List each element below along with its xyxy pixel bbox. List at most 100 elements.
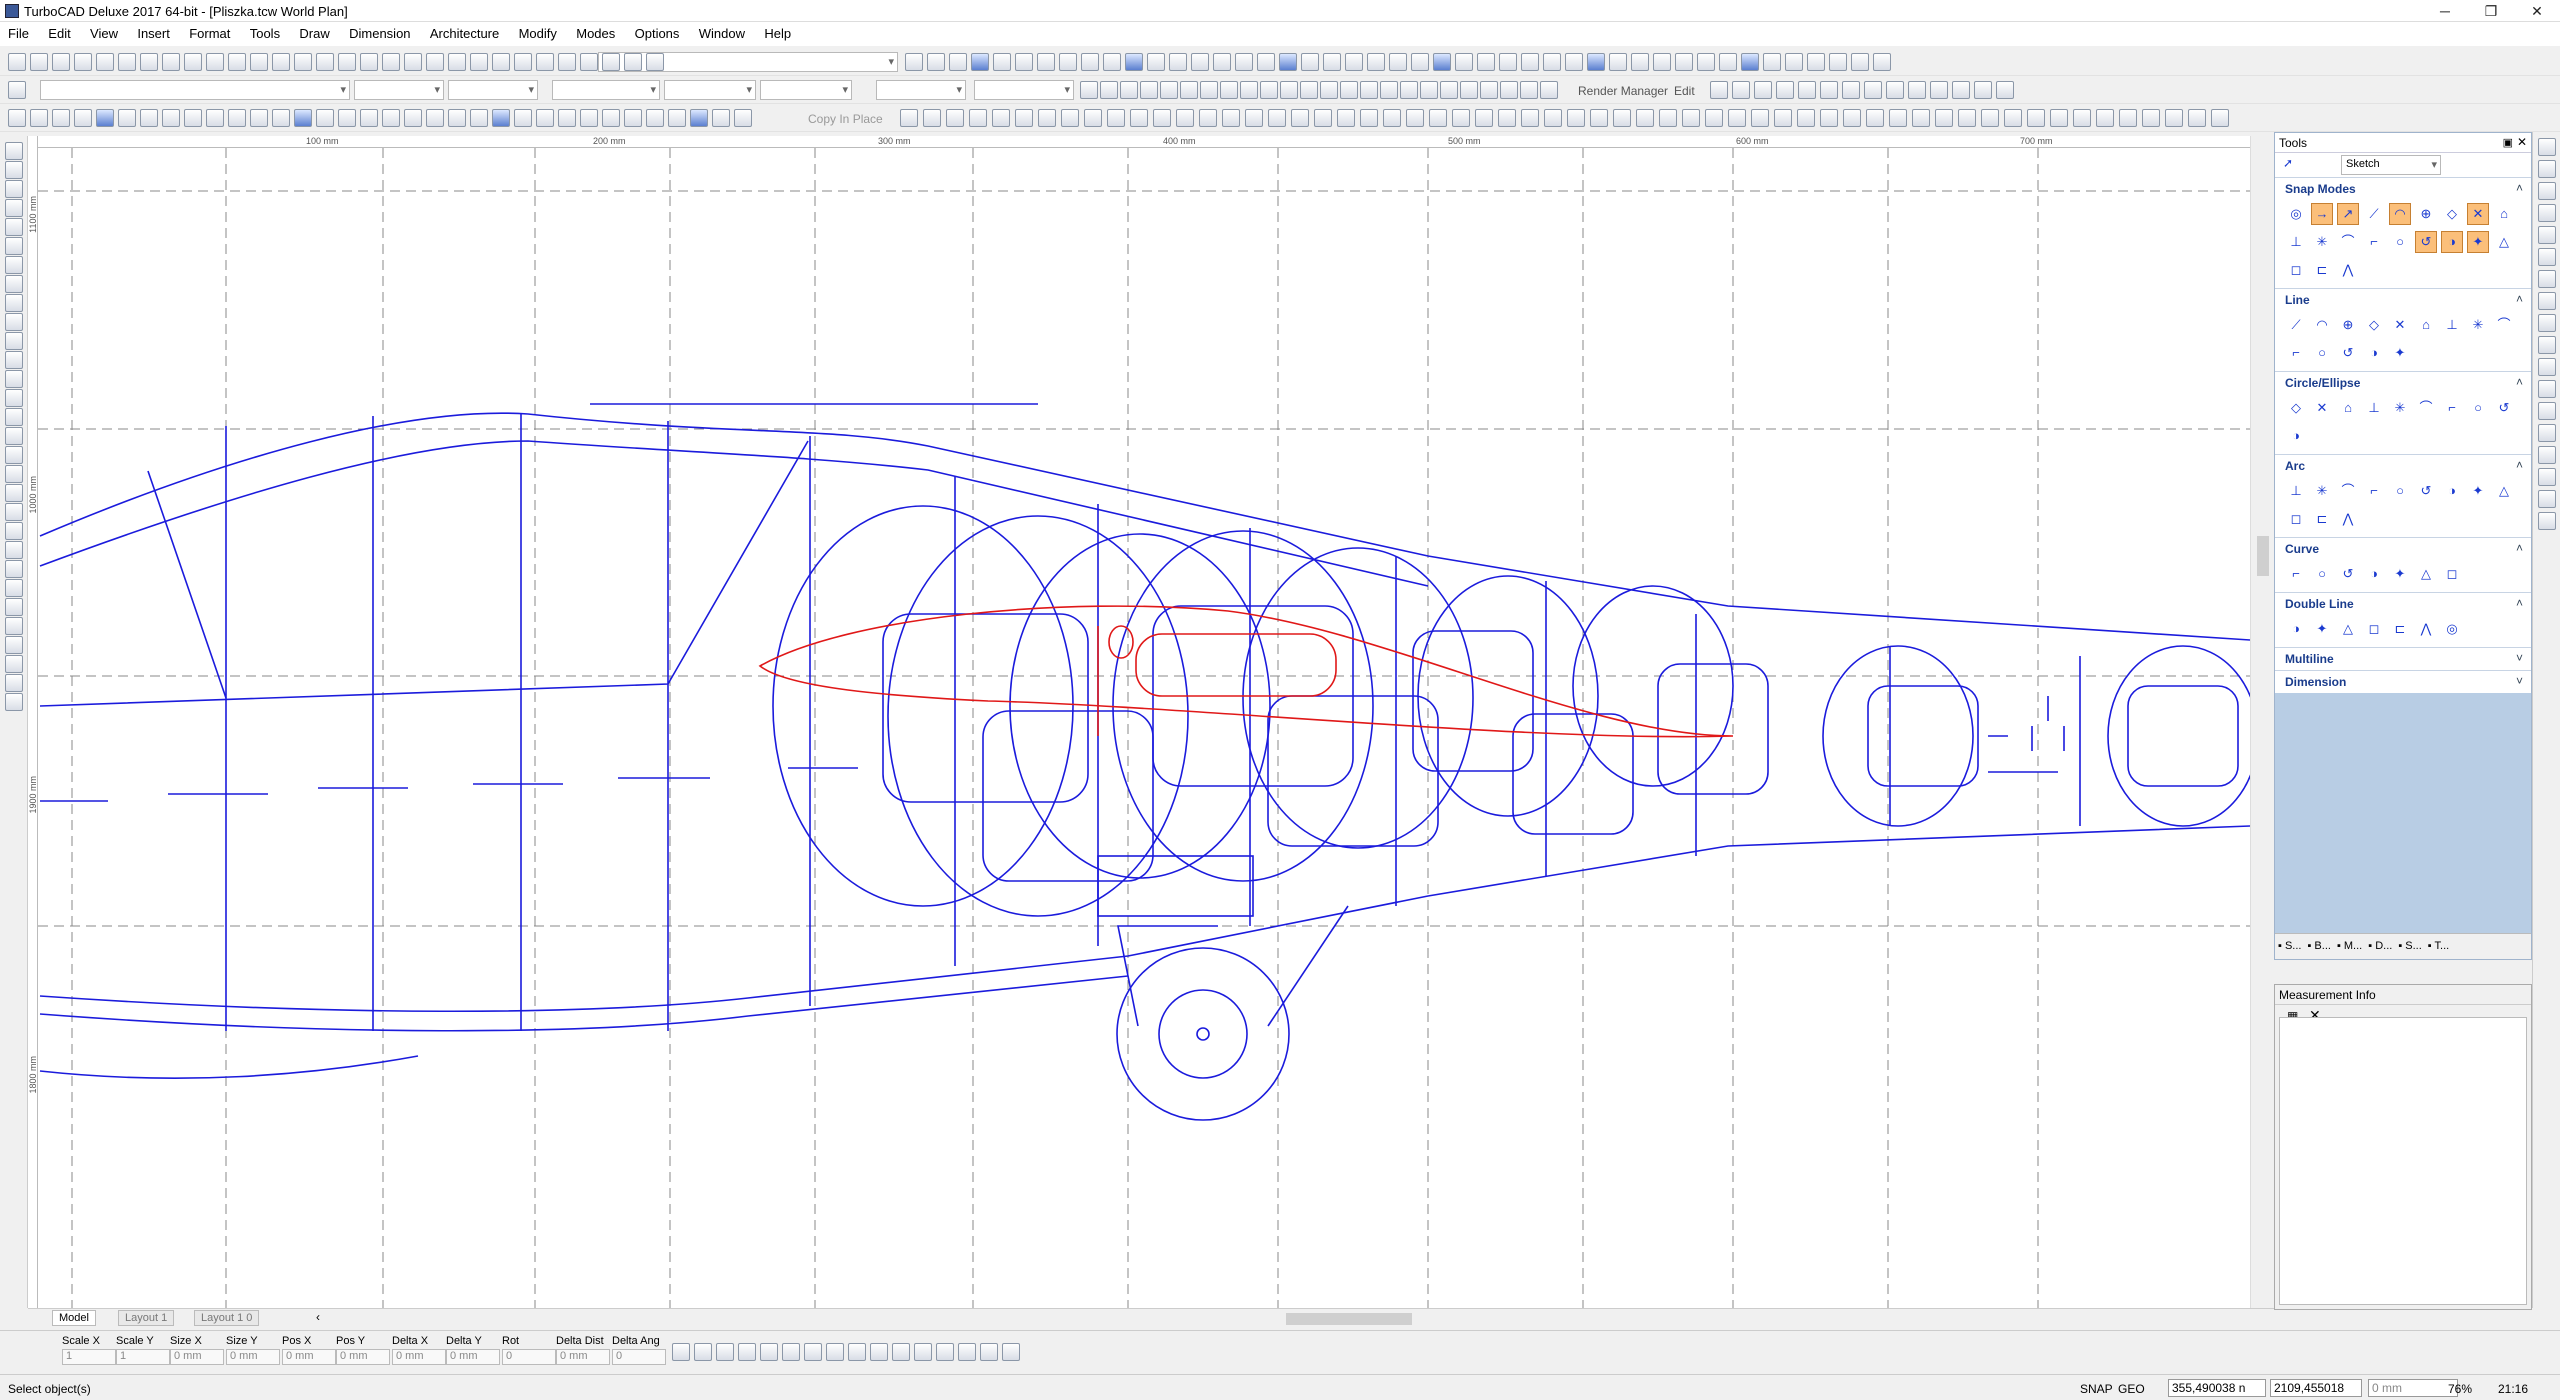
toolbar-icon[interactable] [514,109,532,127]
line-width-combo[interactable] [760,80,852,100]
tool-icon[interactable]: ↺ [2415,480,2437,502]
tool-icon[interactable]: ⋀ [2415,618,2437,640]
tool-icon[interactable]: ◑ [2285,425,2307,447]
tab-model[interactable]: Model [52,1310,96,1326]
inspector-input[interactable]: 0 mm [336,1349,390,1365]
menu-format[interactable]: Format [181,22,238,46]
drawing-tool-icon[interactable] [5,161,23,179]
toolbar-icon[interactable] [1480,81,1498,99]
toolbar-icon[interactable] [74,109,92,127]
tool-icon[interactable]: ○ [2467,397,2489,419]
geo-indicator[interactable]: GEO [2118,1382,2145,1396]
tool-icon[interactable]: ↗ [2337,203,2359,225]
tool-icon[interactable]: ◎ [2285,203,2307,225]
side-tool-icon[interactable] [2538,138,2556,156]
third-coordinate-field[interactable]: 0 mm [2368,1379,2458,1397]
inspector-input[interactable]: 0 mm [392,1349,446,1365]
toolbar-icon[interactable] [1452,109,1470,127]
toolbar-icon[interactable] [969,109,987,127]
tool-icon[interactable]: ✕ [2389,314,2411,336]
toolbar-icon[interactable] [1429,109,1447,127]
toolbar-icon[interactable] [558,109,576,127]
toolbar-icon[interactable] [1015,109,1033,127]
menu-dimension[interactable]: Dimension [341,22,418,46]
toolbar-icon[interactable] [1411,53,1429,71]
inspector-tool-icon[interactable] [760,1343,778,1361]
toolbar-icon[interactable] [1886,81,1904,99]
menu-draw[interactable]: Draw [291,22,337,46]
side-tool-icon[interactable] [2538,424,2556,442]
toolbar-icon[interactable] [1433,53,1451,71]
toolbar-icon[interactable] [404,109,422,127]
tool-icon[interactable]: △ [2415,563,2437,585]
toolbar-icon[interactable] [1314,109,1332,127]
toolbar-icon[interactable] [250,109,268,127]
side-tool-icon[interactable] [2538,160,2556,178]
chevron-down-icon[interactable]: ˅ [2516,651,2523,665]
toolbar-icon[interactable] [1176,109,1194,127]
toolbar-icon[interactable] [1659,109,1677,127]
toolbar-icon[interactable] [1843,109,1861,127]
tool-icon[interactable]: ✳ [2467,314,2489,336]
menu-architecture[interactable]: Architecture [422,22,507,46]
toolbar-icon[interactable] [602,109,620,127]
drawing-tool-icon[interactable] [5,275,23,293]
tool-icon[interactable]: ⊏ [2311,259,2333,281]
menu-tools[interactable]: Tools [242,22,288,46]
tool-icon[interactable]: ○ [2311,563,2333,585]
toolbar-icon[interactable] [1807,53,1825,71]
menu-view[interactable]: View [82,22,126,46]
tool-icon[interactable]: ↺ [2493,397,2515,419]
toolbar-icon[interactable] [140,109,158,127]
toolbar-icon[interactable] [1675,53,1693,71]
toolbar-icon[interactable] [905,53,923,71]
tool-icon[interactable]: ✕ [2467,203,2489,225]
toolbar-icon[interactable] [1741,53,1759,71]
toolbar-icon[interactable] [1475,109,1493,127]
select-arrow-icon[interactable]: ➚ [2283,156,2293,170]
text-style-combo[interactable] [598,52,898,72]
drawing-tool-icon[interactable] [5,465,23,483]
toolbar-icon[interactable] [1300,81,1318,99]
vertical-scrollbar[interactable] [2250,136,2274,1308]
toolbar-icon[interactable] [580,53,598,71]
toolbar-icon[interactable] [448,53,466,71]
toolbar-icon[interactable] [1697,53,1715,71]
toolbar-icon[interactable] [1130,109,1148,127]
brush-combo[interactable] [664,80,756,100]
toolbar-icon[interactable] [492,53,510,71]
close-icon[interactable]: ✕ [2517,135,2527,149]
side-tool-icon[interactable] [2538,512,2556,530]
toolbar-icon[interactable] [470,53,488,71]
toolbar-icon[interactable] [1774,109,1792,127]
toolbar-icon[interactable] [382,109,400,127]
side-tool-icon[interactable] [2538,490,2556,508]
y-coordinate-field[interactable]: 2109,455018 [2270,1379,2362,1397]
toolbar-icon[interactable] [206,53,224,71]
toolbar-icon[interactable] [1260,81,1278,99]
tool-icon[interactable]: ◑ [2363,342,2385,364]
toolbar-icon[interactable] [1037,53,1055,71]
inspector-tool-icon[interactable] [672,1343,690,1361]
side-tool-icon[interactable] [2538,402,2556,420]
toolbar-icon[interactable] [1420,81,1438,99]
side-tool-icon[interactable] [2538,226,2556,244]
tool-icon[interactable]: ◇ [2285,397,2307,419]
toolbar-icon[interactable] [1291,109,1309,127]
tool-section-header[interactable]: Line ˄ [2275,289,2531,311]
tool-icon[interactable]: ⊕ [2415,203,2437,225]
toolbar-icon[interactable] [2188,109,2206,127]
render-manager-button[interactable]: Render Manager [1578,84,1668,98]
tool-icon[interactable]: ⟋ [2285,314,2307,336]
toolbar-icon[interactable] [1930,81,1948,99]
drawing-tool-icon[interactable] [5,180,23,198]
drawing-tool-icon[interactable] [5,598,23,616]
toolbar-icon[interactable] [558,53,576,71]
drawing-tool-icon[interactable] [5,674,23,692]
toolbar-icon[interactable] [1081,53,1099,71]
inspector-tool-icon[interactable] [914,1343,932,1361]
toolbar-icon[interactable] [2096,109,2114,127]
menu-help[interactable]: Help [756,22,799,46]
drawing-tool-icon[interactable] [5,332,23,350]
toolbar-icon[interactable] [1565,53,1583,71]
